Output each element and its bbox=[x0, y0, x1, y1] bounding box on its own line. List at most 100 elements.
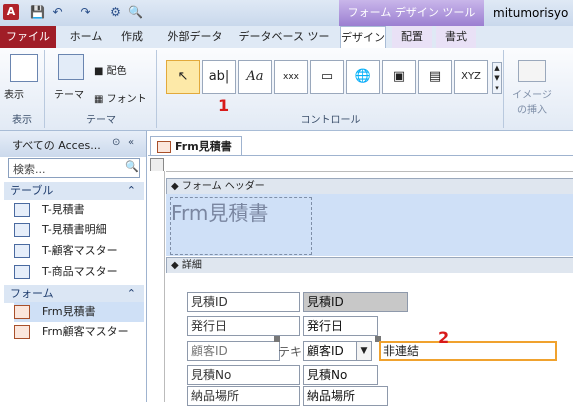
field-quote-no[interactable]: 見積No bbox=[303, 365, 378, 385]
nav-item-table[interactable]: T-見積書明細 bbox=[14, 220, 144, 240]
unbound-text: 非連結 bbox=[383, 344, 420, 358]
label-control-icon[interactable]: Aa bbox=[238, 60, 272, 94]
field-quote-id[interactable]: 見積ID bbox=[303, 292, 408, 312]
hyperlink-icon[interactable]: 🌐 bbox=[346, 60, 380, 94]
section-arrow-icon: ◆ bbox=[171, 181, 179, 192]
select-pointer-icon[interactable]: ↖ bbox=[166, 60, 200, 94]
document-tab-label: Frm見積書 bbox=[175, 140, 232, 153]
save-icon[interactable]: 💾 bbox=[30, 5, 45, 20]
form-icon bbox=[14, 305, 30, 319]
web-browser-icon[interactable]: ▣ bbox=[382, 60, 416, 94]
form-header-label: フォーム ヘッダー bbox=[181, 181, 265, 192]
label-customer-id[interactable]: 顧客ID bbox=[187, 341, 280, 361]
detail-bar[interactable]: ◆ 詳細 bbox=[166, 257, 573, 274]
textbox-control-icon[interactable]: ab| bbox=[202, 60, 236, 94]
nav-item-table[interactable]: T-商品マスター bbox=[14, 262, 144, 282]
insert-image-button[interactable]: イメージの挿入 bbox=[512, 60, 552, 120]
tab-format[interactable]: 書式 bbox=[436, 26, 476, 48]
form-icon bbox=[157, 141, 171, 153]
themes-group: テーマ ■ 配色 ▦ フォント テーマ bbox=[46, 50, 157, 128]
vertical-ruler bbox=[148, 171, 165, 402]
theme-button-label[interactable]: テーマ bbox=[54, 86, 84, 101]
label-quote-id[interactable]: 見積ID bbox=[187, 292, 300, 312]
nav-item-form[interactable]: Frm顧客マスター bbox=[14, 322, 144, 342]
themes-group-label: テーマ bbox=[86, 115, 116, 126]
document-tab[interactable]: Frm見積書 bbox=[150, 136, 242, 156]
view-button-label[interactable]: 表示 bbox=[4, 86, 24, 101]
text-label[interactable]: テキ bbox=[278, 343, 302, 360]
nav-item-table[interactable]: T-見積書 bbox=[14, 200, 144, 220]
nav-header: すべての Acces... ⊙ « bbox=[0, 131, 146, 157]
combo-customer-id[interactable]: 顧客ID bbox=[303, 341, 358, 361]
nav-collapse-icon[interactable]: « bbox=[128, 137, 134, 148]
nav-section-forms[interactable]: フォーム ⌃ bbox=[4, 285, 144, 303]
label-issue-date[interactable]: 発行日 bbox=[187, 316, 300, 336]
nav-item-label: T-見積書 bbox=[42, 203, 85, 216]
search-icon[interactable]: 🔍 bbox=[125, 160, 139, 173]
colors-icon: ■ bbox=[94, 66, 107, 77]
controls-group-label: コントロール bbox=[300, 115, 361, 126]
nav-item-form-selected[interactable]: Frm見積書 bbox=[14, 302, 144, 322]
nav-item-label: T-商品マスター bbox=[42, 265, 118, 278]
option-group-icon[interactable]: XYZ bbox=[454, 60, 488, 94]
field-delivery-place[interactable]: 納品場所 bbox=[303, 386, 388, 406]
unbound-textbox[interactable]: 非連結 bbox=[379, 341, 557, 361]
horizontal-ruler bbox=[166, 157, 573, 172]
theme-icon[interactable] bbox=[58, 54, 84, 80]
tab-home[interactable]: ホーム bbox=[64, 26, 108, 48]
fonts-button[interactable]: ▦ フォント bbox=[94, 90, 147, 105]
tab-control-icon[interactable]: ▭ bbox=[310, 60, 344, 94]
nav-search-field[interactable]: 検索... 🔍 bbox=[8, 158, 140, 178]
customize-icon[interactable]: ⚙ bbox=[108, 5, 123, 20]
tab-design[interactable]: デザイン bbox=[340, 26, 386, 49]
colors-button[interactable]: ■ 配色 bbox=[94, 62, 127, 77]
user-name: mitumorisyo bbox=[493, 6, 569, 20]
form-title-label[interactable]: Frm見積書 bbox=[170, 197, 312, 255]
tab-external-data[interactable]: 外部データ bbox=[160, 26, 230, 48]
callout-2: 2 bbox=[438, 328, 450, 347]
nav-item-table[interactable]: T-顧客マスター bbox=[14, 241, 144, 261]
nav-menu-icon[interactable]: ⊙ bbox=[112, 137, 120, 148]
gallery-scroll[interactable]: ▲ ▼ ▾ bbox=[492, 62, 502, 94]
nav-item-label: Frm顧客マスター bbox=[42, 325, 129, 338]
table-icon bbox=[14, 265, 30, 279]
tab-file[interactable]: ファイル bbox=[0, 26, 56, 48]
form-icon bbox=[14, 325, 30, 339]
views-group: 表示 表示 bbox=[0, 50, 45, 128]
nav-section-tables-label: テーブル bbox=[10, 184, 54, 197]
label-quote-no[interactable]: 見積No bbox=[187, 365, 300, 385]
table-icon bbox=[14, 203, 30, 217]
tab-arrange[interactable]: 配置 bbox=[392, 26, 432, 48]
nav-item-label: Frm見積書 bbox=[42, 305, 96, 318]
form-header-bar[interactable]: ◆ フォーム ヘッダー bbox=[166, 178, 573, 195]
insert-image-label: イメージの挿入 bbox=[512, 90, 552, 116]
field-issue-date[interactable]: 発行日 bbox=[303, 316, 378, 336]
detail-label: 詳細 bbox=[181, 260, 202, 271]
nav-title[interactable]: すべての Acces... bbox=[12, 137, 101, 153]
colors-label: 配色 bbox=[106, 66, 127, 77]
tab-database-tools[interactable]: データベース ツール bbox=[236, 26, 332, 65]
nav-item-label: T-顧客マスター bbox=[42, 244, 118, 257]
label-delivery-place[interactable]: 納品場所 bbox=[187, 386, 300, 406]
undo-icon[interactable]: ↶ bbox=[50, 5, 65, 20]
navigation-control-icon[interactable]: ▤ bbox=[418, 60, 452, 94]
chevron-down-icon[interactable]: ▼ bbox=[356, 341, 372, 361]
form-design-tools-header: フォーム デザイン ツール bbox=[339, 0, 484, 26]
section-arrow-icon: ◆ bbox=[171, 260, 179, 271]
nav-section-tables[interactable]: テーブル ⌃ bbox=[4, 182, 144, 200]
form-selector[interactable] bbox=[150, 158, 164, 172]
button-control-icon[interactable]: xxx bbox=[274, 60, 308, 94]
tab-create[interactable]: 作成 bbox=[114, 26, 150, 48]
view-icon[interactable] bbox=[10, 54, 38, 82]
nav-section-forms-label: フォーム bbox=[10, 287, 54, 300]
access-app-icon[interactable]: A bbox=[3, 4, 19, 20]
nav-search-input[interactable]: 検索... bbox=[13, 161, 46, 177]
views-group-label: 表示 bbox=[12, 115, 32, 126]
fonts-label: フォント bbox=[106, 94, 147, 105]
move-handle[interactable] bbox=[274, 336, 280, 342]
image-icon bbox=[518, 60, 546, 82]
print-preview-icon[interactable]: 🔍 bbox=[128, 5, 143, 20]
nav-item-label: T-見積書明細 bbox=[42, 223, 107, 236]
redo-icon[interactable]: ↷ bbox=[78, 5, 93, 20]
table-icon bbox=[14, 223, 30, 237]
